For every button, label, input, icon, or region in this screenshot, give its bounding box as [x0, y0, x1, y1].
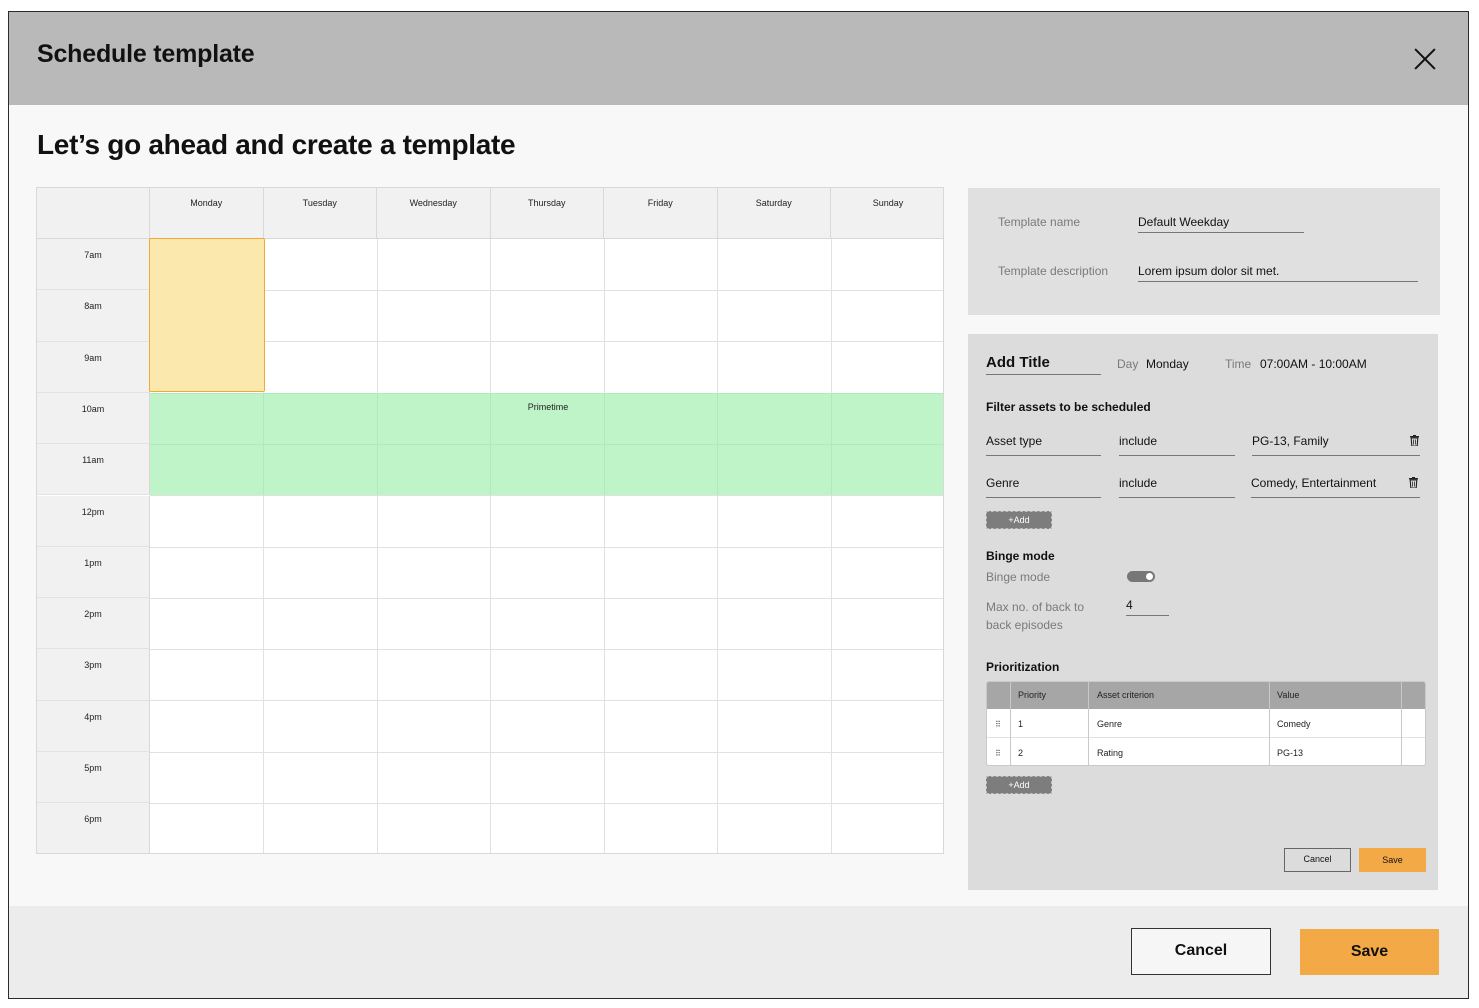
day-label: Day [1117, 357, 1139, 371]
column-header-criterion: Asset criterion [1097, 690, 1155, 700]
time-label: 9am [37, 341, 150, 393]
add-priority-button[interactable]: +Add [986, 776, 1052, 794]
grid-line [150, 597, 943, 599]
cancel-button[interactable]: Cancel [1131, 928, 1271, 975]
weekly-calendar: Monday Tuesday Wednesday Thursday Friday… [36, 187, 944, 854]
template-name-label: Template name [998, 215, 1081, 229]
prioritization-table: Priority Asset criterion Value ⠿ 1 Genre… [986, 681, 1426, 766]
day-header-friday: Friday [604, 188, 718, 239]
filter-value-select[interactable]: Comedy, Entertainment [1251, 476, 1420, 498]
grid-line [150, 649, 943, 651]
max-episodes-input[interactable]: 4 [1126, 598, 1169, 616]
modal-title: Schedule template [37, 40, 255, 68]
column-header-value: Value [1277, 690, 1300, 700]
time-value: 07:00AM - 10:00AM [1260, 357, 1367, 371]
drag-handle-icon[interactable]: ⠿ [995, 749, 1001, 758]
trash-icon[interactable] [1409, 477, 1418, 488]
table-row[interactable]: ⠿ 2 Rating PG-13 [987, 739, 1425, 765]
save-button[interactable]: Save [1300, 929, 1439, 975]
drag-handle-icon[interactable]: ⠿ [995, 720, 1001, 729]
table-row[interactable]: ⠿ 1 Genre Comedy [987, 710, 1425, 738]
time-label: 2pm [37, 598, 150, 650]
day-header-monday: Monday [150, 188, 264, 239]
time-label: 11am [37, 444, 150, 496]
prioritization-table-header: Priority Asset criterion Value [987, 682, 1425, 709]
day-value: Monday [1146, 357, 1189, 371]
trash-icon[interactable] [1410, 435, 1419, 446]
binge-mode-toggle[interactable] [1127, 571, 1155, 582]
grid-line [150, 290, 943, 291]
time-label: 4pm [37, 700, 150, 752]
priority-cell: 2 [1018, 748, 1024, 758]
filter-field-select[interactable]: Genre [986, 476, 1101, 498]
column-header-priority: Priority [1018, 690, 1047, 700]
day-header-thursday: Thursday [490, 188, 604, 239]
criterion-cell: Rating [1097, 748, 1124, 758]
max-episodes-label-line2: back episodes [986, 618, 1063, 632]
editor-save-button[interactable]: Save [1359, 848, 1426, 872]
day-header-wednesday: Wednesday [377, 188, 491, 239]
grid-line [150, 546, 943, 548]
time-label: 7am [37, 239, 150, 291]
day-header-saturday: Saturday [717, 188, 831, 239]
value-cell: Comedy [1277, 719, 1311, 729]
grid-line [150, 341, 943, 343]
block-title-input[interactable]: Add Title [986, 354, 1101, 375]
page-subtitle: Let’s go ahead and create a template [37, 129, 516, 160]
filter-section-title: Filter assets to be scheduled [986, 400, 1151, 414]
editor-cancel-button[interactable]: Cancel [1284, 848, 1351, 872]
filter-value-select[interactable]: PG-13, Family [1252, 434, 1420, 456]
filter-operator-select[interactable]: include [1119, 434, 1235, 456]
grid-line [150, 700, 943, 702]
block-editor-panel: Add Title Day Monday Time 07:00AM - 10:0… [968, 334, 1438, 890]
template-description-label: Template description [998, 264, 1109, 278]
binge-section-title: Binge mode [986, 549, 1055, 563]
time-label: 12pm [37, 495, 150, 547]
grid-line [150, 803, 943, 804]
filter-operator-select[interactable]: include [1119, 476, 1235, 498]
add-filter-button[interactable]: +Add [986, 511, 1052, 529]
template-details-panel: Template name Default Weekday Template d… [968, 188, 1440, 315]
template-description-input[interactable]: Lorem ipsum dolor sit met. [1138, 264, 1418, 282]
value-cell: PG-13 [1277, 748, 1304, 758]
close-icon[interactable] [1413, 47, 1437, 71]
binge-mode-label: Binge mode [986, 570, 1051, 584]
priority-cell: 1 [1018, 719, 1024, 729]
schedule-template-modal: Schedule template Let’s go ahead and cre… [8, 11, 1469, 999]
primetime-block[interactable]: Primetime [150, 393, 943, 495]
modal-header: Schedule template [9, 12, 1468, 105]
time-label: 10am [37, 392, 150, 445]
time-label: 5pm [37, 752, 150, 804]
template-name-input[interactable]: Default Weekday [1138, 215, 1304, 233]
time-label: 3pm [37, 649, 150, 701]
column-divider [1401, 682, 1402, 765]
column-divider [1269, 682, 1270, 765]
criterion-cell: Genre [1097, 719, 1123, 729]
prioritization-section-title: Prioritization [986, 660, 1060, 674]
selected-schedule-block[interactable] [149, 238, 265, 392]
day-header-sunday: Sunday [831, 188, 943, 239]
day-header-tuesday: Tuesday [263, 188, 377, 239]
max-episodes-label-line1: Max no. of back to [986, 600, 1085, 614]
grid-line [150, 495, 943, 497]
column-divider [1088, 682, 1089, 765]
grid-line [150, 751, 943, 753]
filter-field-select[interactable]: Asset type [986, 434, 1101, 456]
column-divider [1010, 682, 1011, 765]
time-label: 1pm [37, 546, 150, 599]
time-label: 6pm [37, 803, 150, 853]
time-label: 8am [37, 290, 150, 342]
time-label-meta: Time [1225, 357, 1252, 371]
primetime-label: Primetime [527, 402, 569, 412]
calendar-corner [37, 188, 150, 239]
